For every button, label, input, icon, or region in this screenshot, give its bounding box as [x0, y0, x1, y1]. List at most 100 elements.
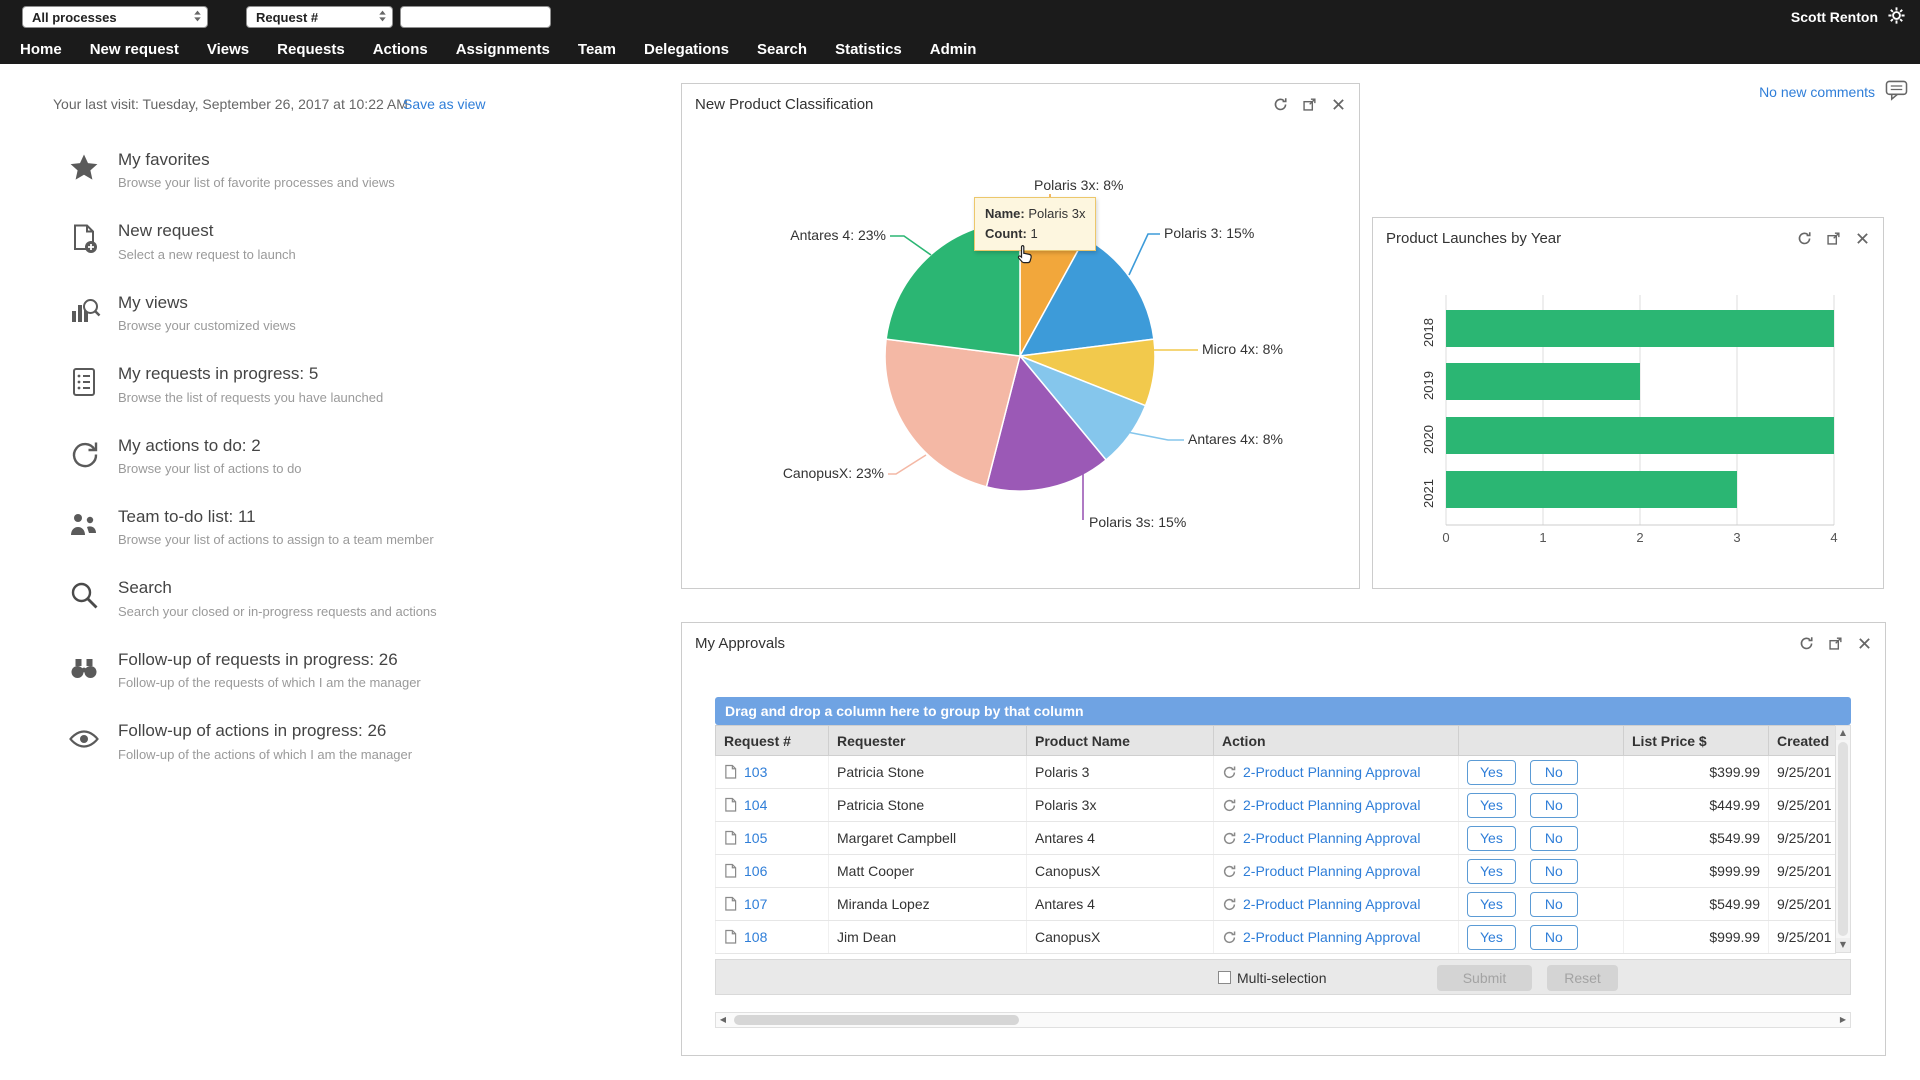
- bar[interactable]: [1446, 417, 1834, 454]
- nav-item-delegations[interactable]: Delegations: [630, 41, 743, 58]
- action-link[interactable]: 2-Product Planning Approval: [1243, 896, 1420, 912]
- menu-item-star[interactable]: My favoritesBrowse your list of favorite…: [64, 148, 604, 190]
- comment-bubble-icon[interactable]: [1885, 80, 1908, 104]
- nav-item-assignments[interactable]: Assignments: [442, 41, 564, 58]
- created-cell: 9/25/201: [1769, 789, 1836, 822]
- column-header-request[interactable]: Request #: [716, 726, 829, 756]
- list-price-cell: $449.99: [1624, 789, 1769, 822]
- vertical-scrollbar[interactable]: ▲ ▼: [1835, 725, 1851, 953]
- request-link[interactable]: 108: [744, 929, 767, 945]
- menu-item-actions[interactable]: My actions to do: 2Browse your list of a…: [64, 434, 604, 476]
- menu-item-requests[interactable]: My requests in progress: 5Browse the lis…: [64, 362, 604, 404]
- menu-item-search[interactable]: SearchSearch your closed or in-progress …: [64, 576, 604, 618]
- topbar-search-input[interactable]: [400, 6, 551, 28]
- menu-item-new-request[interactable]: New requestSelect a new request to launc…: [64, 219, 604, 261]
- menu-item-views[interactable]: My viewsBrowse your customized views: [64, 291, 604, 333]
- nav-item-new-request[interactable]: New request: [76, 41, 193, 58]
- request-link[interactable]: 103: [744, 764, 767, 780]
- menu-item-title[interactable]: Team to-do list: 11: [118, 507, 434, 527]
- action-link[interactable]: 2-Product Planning Approval: [1243, 863, 1420, 879]
- approve-no-button[interactable]: No: [1530, 760, 1578, 785]
- multi-selection-checkbox[interactable]: [1218, 971, 1231, 984]
- nav-item-statistics[interactable]: Statistics: [821, 41, 916, 58]
- scroll-left-arrow[interactable]: ◀: [716, 1013, 730, 1027]
- approve-no-button[interactable]: No: [1530, 826, 1578, 851]
- approve-cell: Yes No: [1459, 888, 1624, 921]
- process-filter-select[interactable]: All processes: [22, 6, 208, 28]
- nav-item-team[interactable]: Team: [564, 41, 630, 58]
- approve-yes-button[interactable]: Yes: [1467, 859, 1516, 884]
- actions-icon: [64, 434, 104, 474]
- horizontal-scroll-thumb[interactable]: [734, 1015, 1019, 1025]
- column-header-action[interactable]: Action: [1214, 726, 1459, 756]
- approve-no-button[interactable]: No: [1530, 892, 1578, 917]
- menu-item-title[interactable]: My actions to do: 2: [118, 436, 302, 456]
- refresh-icon[interactable]: [1272, 96, 1288, 112]
- nav-item-actions[interactable]: Actions: [359, 41, 442, 58]
- menu-item-team[interactable]: Team to-do list: 11Browse your list of a…: [64, 505, 604, 547]
- column-header-requester[interactable]: Requester: [829, 726, 1027, 756]
- close-icon[interactable]: [1330, 96, 1346, 112]
- menu-item-binoculars[interactable]: Follow-up of requests in progress: 26Fol…: [64, 648, 604, 690]
- popout-icon[interactable]: [1825, 230, 1841, 246]
- nav-item-admin[interactable]: Admin: [916, 41, 991, 58]
- submit-button[interactable]: Submit: [1437, 965, 1532, 991]
- nav-item-requests[interactable]: Requests: [263, 41, 359, 58]
- action-link[interactable]: 2-Product Planning Approval: [1243, 830, 1420, 846]
- menu-item-title[interactable]: My views: [118, 293, 296, 313]
- column-header-product-name[interactable]: Product Name: [1027, 726, 1214, 756]
- reset-button[interactable]: Reset: [1547, 965, 1618, 991]
- nav-item-views[interactable]: Views: [193, 41, 263, 58]
- scroll-up-arrow[interactable]: ▲: [1836, 726, 1850, 740]
- approve-no-button[interactable]: No: [1530, 859, 1578, 884]
- horizontal-scrollbar[interactable]: ◀ ▶: [715, 1012, 1851, 1028]
- save-as-view-link[interactable]: Save as view: [403, 96, 485, 112]
- bar[interactable]: [1446, 471, 1737, 508]
- nav-item-home[interactable]: Home: [6, 41, 76, 58]
- approve-no-button[interactable]: No: [1530, 793, 1578, 818]
- menu-item-title[interactable]: Follow-up of requests in progress: 26: [118, 650, 421, 670]
- action-link[interactable]: 2-Product Planning Approval: [1243, 764, 1420, 780]
- request-link[interactable]: 106: [744, 863, 767, 879]
- menu-item-title[interactable]: Search: [118, 578, 437, 598]
- approve-yes-button[interactable]: Yes: [1467, 760, 1516, 785]
- request-link[interactable]: 107: [744, 896, 767, 912]
- approve-yes-button[interactable]: Yes: [1467, 826, 1516, 851]
- bar[interactable]: [1446, 363, 1640, 400]
- column-header-created[interactable]: Created: [1769, 726, 1836, 756]
- menu-item-title[interactable]: Follow-up of actions in progress: 26: [118, 721, 412, 741]
- popout-icon[interactable]: [1301, 96, 1317, 112]
- action-link[interactable]: 2-Product Planning Approval: [1243, 797, 1420, 813]
- refresh-icon[interactable]: [1796, 230, 1812, 246]
- approve-yes-button[interactable]: Yes: [1467, 925, 1516, 950]
- menu-item-eye[interactable]: Follow-up of actions in progress: 26Foll…: [64, 719, 604, 761]
- user-menu[interactable]: Scott Renton: [1791, 6, 1906, 28]
- no-new-comments-link[interactable]: No new comments: [1759, 84, 1875, 100]
- column-header-approve[interactable]: [1459, 726, 1624, 756]
- column-header-list-price[interactable]: List Price $: [1624, 726, 1769, 756]
- scroll-down-arrow[interactable]: ▼: [1836, 938, 1850, 952]
- close-icon[interactable]: [1854, 230, 1870, 246]
- close-icon[interactable]: [1856, 635, 1872, 651]
- refresh-icon[interactable]: [1798, 635, 1814, 651]
- group-by-drop-zone[interactable]: Drag and drop a column here to group by …: [715, 697, 1851, 725]
- request-link[interactable]: 104: [744, 797, 767, 813]
- approve-no-button[interactable]: No: [1530, 925, 1578, 950]
- binoculars-icon: [64, 648, 104, 688]
- action-link[interactable]: 2-Product Planning Approval: [1243, 929, 1420, 945]
- vertical-scroll-thumb[interactable]: [1838, 742, 1848, 936]
- gear-icon[interactable]: [1887, 6, 1906, 28]
- menu-item-title[interactable]: My favorites: [118, 150, 395, 170]
- menu-item-title[interactable]: New request: [118, 221, 296, 241]
- popout-icon[interactable]: [1827, 635, 1843, 651]
- approve-yes-button[interactable]: Yes: [1467, 793, 1516, 818]
- last-visit-text: Your last visit: Tuesday, September 26, …: [53, 96, 408, 112]
- approve-yes-button[interactable]: Yes: [1467, 892, 1516, 917]
- menu-item-title[interactable]: My requests in progress: 5: [118, 364, 383, 384]
- scroll-right-arrow[interactable]: ▶: [1836, 1013, 1850, 1027]
- search-field-select[interactable]: Request #: [246, 6, 393, 28]
- bar[interactable]: [1446, 310, 1834, 347]
- nav-item-search[interactable]: Search: [743, 41, 821, 58]
- request-link[interactable]: 105: [744, 830, 767, 846]
- new-request-icon: [64, 219, 104, 259]
